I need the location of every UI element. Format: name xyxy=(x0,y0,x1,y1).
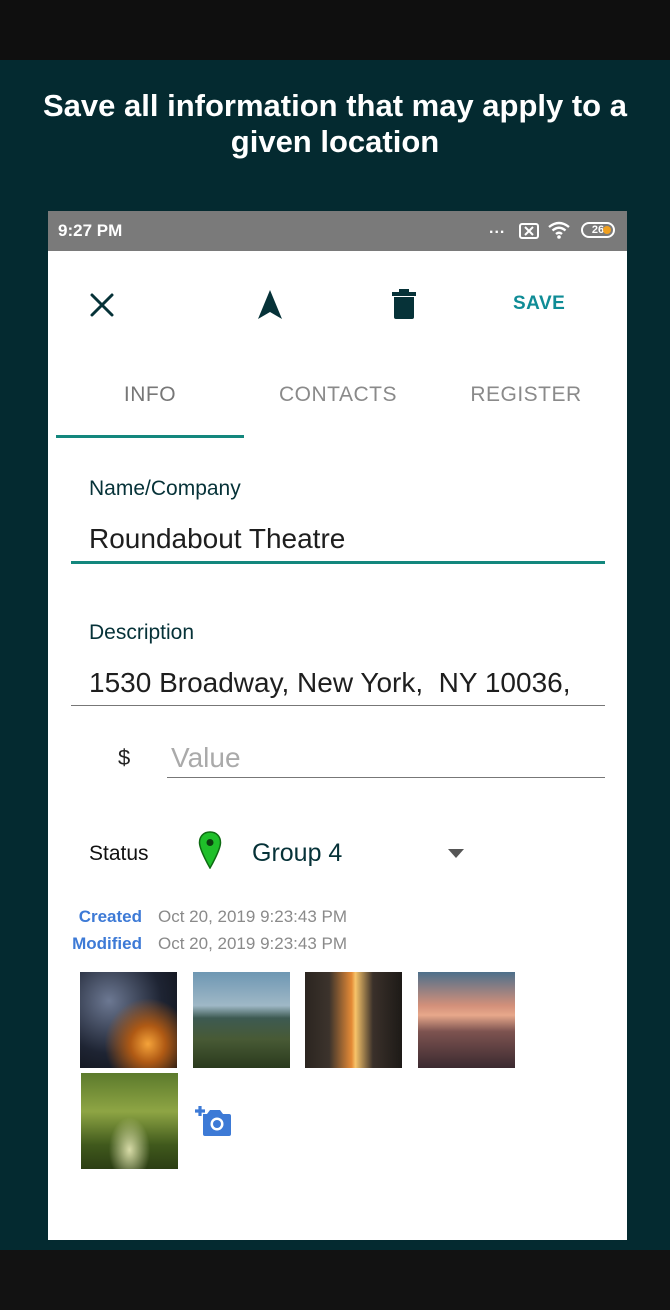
tab-info[interactable]: INFO xyxy=(56,361,244,439)
trash-icon[interactable] xyxy=(391,288,417,320)
photo-thumbnail[interactable] xyxy=(305,972,402,1068)
close-icon[interactable] xyxy=(88,291,116,319)
battery-icon: 26 xyxy=(581,222,615,238)
created-value: Oct 20, 2019 9:23:43 PM xyxy=(158,907,348,926)
dropdown-arrow-icon xyxy=(448,849,464,858)
description-label: Description xyxy=(89,621,195,644)
promo-headline: Save all information that may apply to a… xyxy=(43,88,627,159)
save-button[interactable]: SAVE xyxy=(513,293,565,315)
sim-disabled-icon xyxy=(519,223,539,239)
battery-fill xyxy=(603,226,611,234)
name-field-underline xyxy=(71,561,605,564)
tab-register[interactable]: REGISTER xyxy=(432,361,620,439)
map-pin-icon xyxy=(198,831,222,869)
name-company-field[interactable]: Roundabout Theatre xyxy=(89,523,345,555)
name-company-label: Name/Company xyxy=(89,477,241,500)
currency-symbol: $ xyxy=(118,745,131,770)
value-input[interactable] xyxy=(169,737,593,779)
active-tab-indicator xyxy=(56,435,244,438)
tab-contacts[interactable]: CONTACTS xyxy=(244,361,432,439)
description-field-underline xyxy=(71,705,605,706)
navigation-arrow-icon[interactable] xyxy=(256,289,284,321)
status-bar: 9:27 PM ... 26 xyxy=(48,211,627,251)
tab-bar: INFO CONTACTS REGISTER xyxy=(56,361,620,439)
photo-thumbnail[interactable] xyxy=(81,1073,178,1169)
bottom-navigation-background xyxy=(0,1250,670,1310)
add-photo-camera-icon[interactable] xyxy=(193,1104,233,1138)
status-label: Status xyxy=(89,842,149,865)
photo-thumbnail[interactable] xyxy=(193,972,290,1068)
description-field[interactable]: 1530 Broadway, New York, NY 10036, xyxy=(89,667,571,699)
status-group-dropdown[interactable]: Group 4 xyxy=(243,829,475,873)
status-time: 9:27 PM xyxy=(58,221,123,240)
status-icons: ... 26 xyxy=(489,220,617,242)
value-field-underline xyxy=(167,777,605,778)
created-label: Created xyxy=(78,907,142,926)
wifi-icon xyxy=(548,221,570,239)
modified-label: Modified xyxy=(72,934,142,953)
modified-value: Oct 20, 2019 9:23:43 PM xyxy=(158,934,348,953)
status-more-dots: ... xyxy=(489,220,506,237)
phone-screen: 9:27 PM ... 26 SAVE INFO CONTACTS REGIST… xyxy=(48,211,627,1240)
status-group-value: Group 4 xyxy=(252,839,343,867)
photo-thumbnail[interactable] xyxy=(80,972,177,1068)
photo-thumbnail[interactable] xyxy=(418,972,515,1068)
